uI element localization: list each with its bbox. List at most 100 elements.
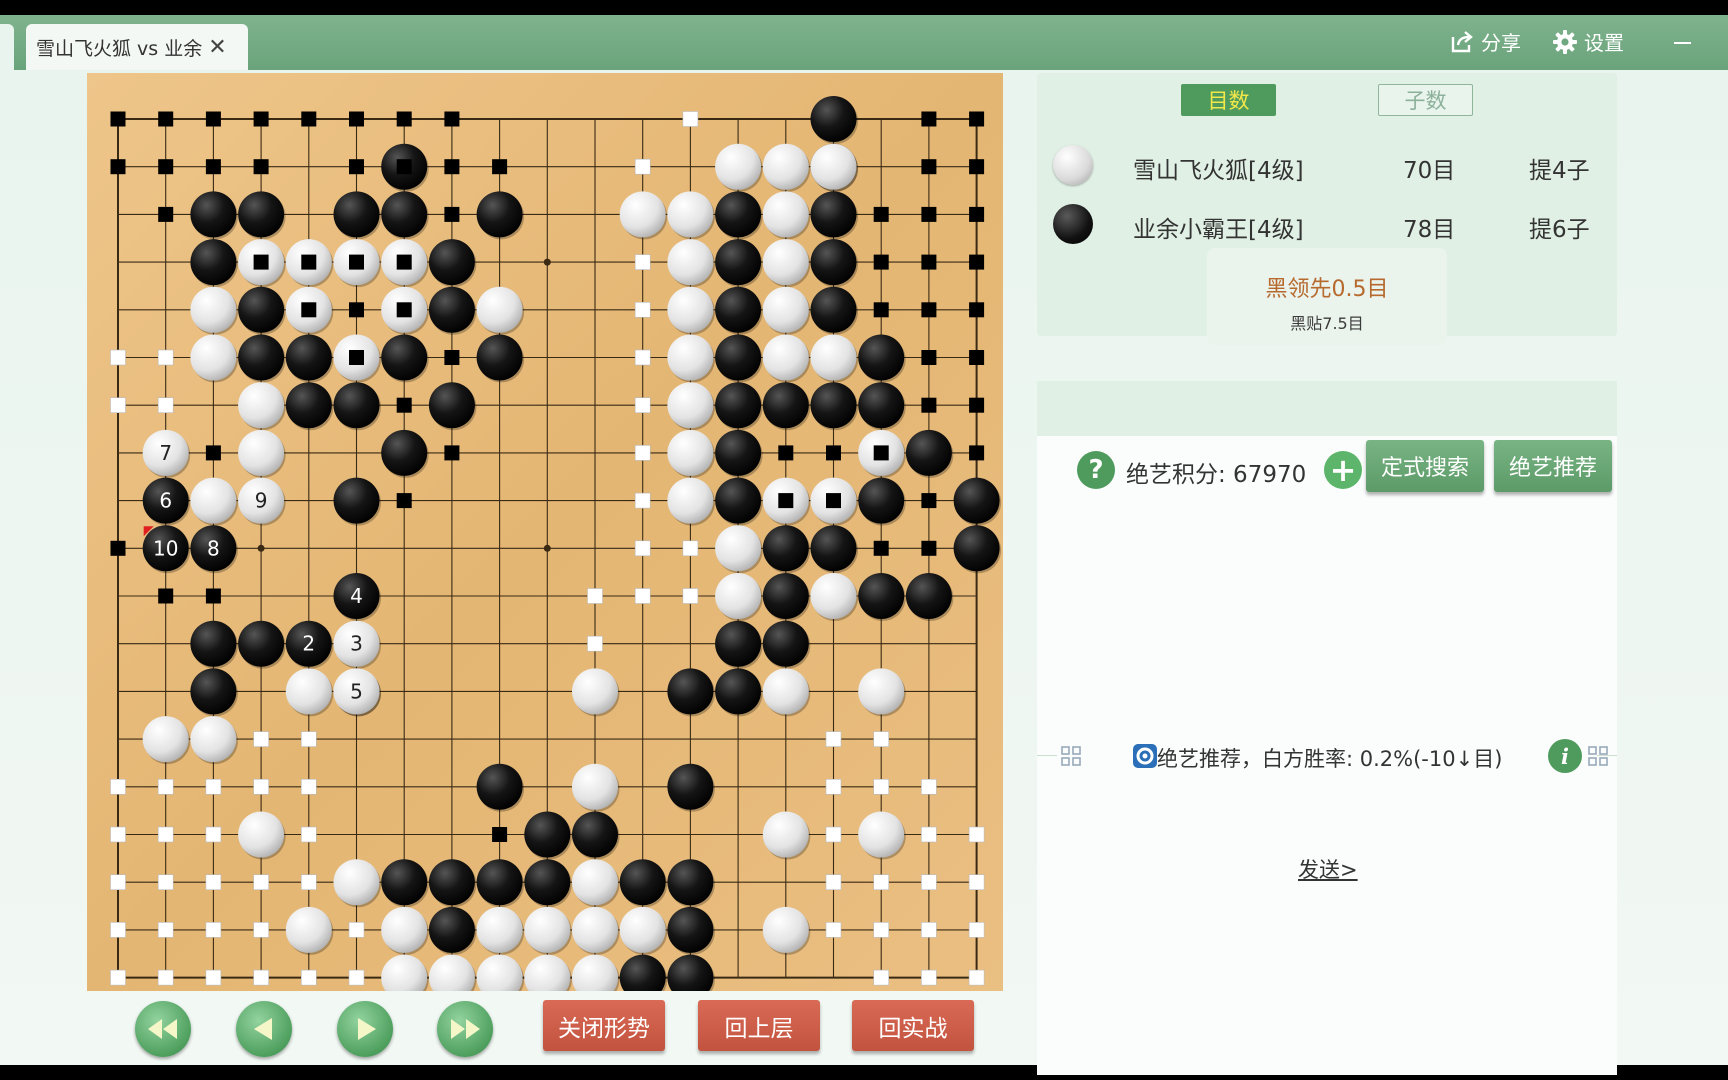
black-stone[interactable] bbox=[715, 239, 762, 286]
black-stone[interactable] bbox=[715, 286, 762, 333]
white-stone[interactable] bbox=[858, 668, 905, 715]
white-stone[interactable] bbox=[285, 668, 332, 715]
black-stone[interactable] bbox=[428, 286, 475, 333]
black-stone[interactable] bbox=[285, 334, 332, 381]
white-stone[interactable] bbox=[572, 859, 618, 906]
black-stone[interactable] bbox=[715, 620, 762, 667]
black-stone[interactable] bbox=[667, 668, 714, 715]
white-stone[interactable] bbox=[238, 811, 285, 858]
black-stone[interactable] bbox=[762, 573, 809, 619]
black-stone[interactable] bbox=[333, 191, 380, 238]
white-stone[interactable] bbox=[667, 334, 714, 381]
black-stone[interactable] bbox=[858, 334, 905, 381]
close-icon[interactable]: ✕ bbox=[208, 35, 226, 60]
white-stone[interactable] bbox=[715, 143, 762, 190]
black-stone[interactable] bbox=[428, 239, 475, 286]
black-stone[interactable] bbox=[953, 477, 1000, 524]
black-stone[interactable] bbox=[190, 191, 237, 238]
game-tab[interactable]: 雪山飞火狐 vs 业余 ✕ bbox=[26, 24, 248, 70]
white-stone[interactable] bbox=[810, 143, 857, 190]
white-stone[interactable] bbox=[333, 859, 380, 906]
black-stone[interactable] bbox=[476, 191, 523, 238]
black-stone[interactable] bbox=[667, 906, 714, 953]
black-stone[interactable] bbox=[858, 477, 905, 524]
black-stone[interactable] bbox=[428, 382, 475, 429]
white-stone[interactable] bbox=[762, 286, 809, 333]
white-stone[interactable] bbox=[572, 763, 618, 810]
white-stone[interactable] bbox=[572, 668, 618, 715]
black-stone[interactable] bbox=[285, 382, 332, 429]
black-stone[interactable] bbox=[715, 191, 762, 238]
white-stone[interactable] bbox=[190, 334, 237, 381]
white-stone[interactable] bbox=[715, 525, 762, 572]
close-analysis-button[interactable]: 关闭形势 bbox=[543, 1000, 665, 1051]
black-stone[interactable] bbox=[381, 859, 428, 906]
black-stone[interactable] bbox=[190, 620, 237, 667]
black-stone[interactable] bbox=[238, 191, 285, 238]
black-stone[interactable] bbox=[953, 525, 1000, 572]
black-stone[interactable] bbox=[524, 811, 571, 858]
white-stone[interactable] bbox=[476, 286, 523, 333]
white-stone[interactable] bbox=[285, 906, 332, 953]
black-stone[interactable] bbox=[190, 668, 237, 715]
black-stone[interactable] bbox=[810, 191, 857, 238]
white-stone[interactable] bbox=[667, 429, 714, 476]
black-stone[interactable] bbox=[715, 668, 762, 715]
white-stone[interactable] bbox=[667, 286, 714, 333]
first-move-button[interactable] bbox=[135, 1001, 191, 1057]
black-stone[interactable] bbox=[333, 382, 380, 429]
black-stone[interactable] bbox=[238, 334, 285, 381]
white-stone[interactable] bbox=[190, 477, 237, 524]
next-move-button[interactable] bbox=[337, 1001, 393, 1057]
white-stone[interactable] bbox=[715, 573, 762, 619]
black-stone[interactable] bbox=[762, 525, 809, 572]
white-stone[interactable] bbox=[619, 191, 666, 238]
white-stone[interactable] bbox=[858, 811, 905, 858]
white-stone[interactable] bbox=[619, 906, 666, 953]
black-stone[interactable] bbox=[715, 429, 762, 476]
black-stone[interactable] bbox=[762, 620, 809, 667]
back-level-button[interactable]: 回上层 bbox=[698, 1000, 820, 1051]
white-stone[interactable] bbox=[142, 716, 189, 763]
black-stone[interactable] bbox=[476, 859, 523, 906]
send-link[interactable]: 发送> bbox=[1298, 854, 1358, 884]
last-move-button[interactable] bbox=[437, 1001, 493, 1057]
back-to-game-button[interactable]: 回实战 bbox=[852, 1000, 974, 1051]
go-board[interactable]: 12345678910 bbox=[87, 73, 1003, 991]
tab-territory-count[interactable]: 目数 bbox=[1181, 84, 1276, 116]
share-button[interactable]: 分享 bbox=[1449, 27, 1521, 56]
white-stone[interactable] bbox=[572, 906, 618, 953]
black-stone[interactable] bbox=[333, 477, 380, 524]
black-stone[interactable] bbox=[858, 382, 905, 429]
white-stone[interactable] bbox=[381, 906, 428, 953]
settings-button[interactable]: 设置 bbox=[1552, 27, 1624, 56]
add-points-button[interactable]: + bbox=[1324, 451, 1362, 489]
black-stone[interactable] bbox=[810, 96, 857, 142]
black-stone[interactable] bbox=[619, 859, 666, 906]
white-stone[interactable] bbox=[190, 716, 237, 763]
minimize-icon[interactable] bbox=[1670, 29, 1696, 55]
black-stone[interactable] bbox=[524, 859, 571, 906]
tab-stone-count[interactable]: 子数 bbox=[1378, 84, 1473, 116]
black-stone[interactable] bbox=[238, 286, 285, 333]
black-stone[interactable] bbox=[715, 382, 762, 429]
help-icon[interactable]: ? bbox=[1077, 451, 1115, 489]
black-stone[interactable] bbox=[762, 382, 809, 429]
white-stone[interactable] bbox=[667, 191, 714, 238]
black-stone[interactable] bbox=[667, 763, 714, 810]
black-stone[interactable] bbox=[858, 573, 905, 619]
black-stone[interactable] bbox=[190, 239, 237, 286]
black-stone[interactable] bbox=[238, 620, 285, 667]
info-icon[interactable]: i bbox=[1548, 739, 1582, 773]
white-stone[interactable] bbox=[667, 239, 714, 286]
white-stone[interactable] bbox=[762, 668, 809, 715]
black-stone[interactable] bbox=[810, 286, 857, 333]
black-stone[interactable] bbox=[476, 334, 523, 381]
black-stone[interactable] bbox=[476, 763, 523, 810]
black-stone[interactable] bbox=[428, 859, 475, 906]
black-stone[interactable] bbox=[905, 429, 952, 476]
black-stone[interactable] bbox=[381, 429, 428, 476]
black-stone[interactable] bbox=[905, 573, 952, 619]
white-stone[interactable] bbox=[762, 239, 809, 286]
white-stone[interactable] bbox=[476, 906, 523, 953]
